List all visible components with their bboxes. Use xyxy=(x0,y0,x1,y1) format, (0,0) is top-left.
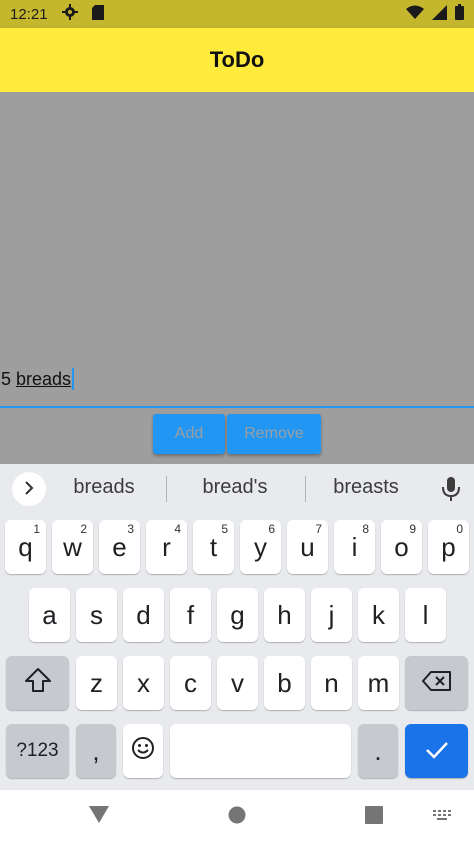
backspace-icon xyxy=(421,668,452,699)
back-triangle-icon[interactable] xyxy=(89,806,109,829)
recents-square-icon[interactable] xyxy=(365,806,383,829)
key-l[interactable]: l xyxy=(405,588,446,642)
key-hint: 4 xyxy=(174,522,181,536)
todo-content: 5 breads Add Remove xyxy=(0,92,474,464)
add-button[interactable]: Add xyxy=(153,414,225,454)
symbols-key[interactable]: ?123 xyxy=(6,724,69,778)
key-c[interactable]: c xyxy=(170,656,211,710)
key-s[interactable]: s xyxy=(76,588,117,642)
key-n[interactable]: n xyxy=(311,656,352,710)
key-w[interactable]: w2 xyxy=(52,520,93,574)
key-label: r xyxy=(162,531,171,562)
key-label: w xyxy=(63,531,82,562)
key-hint: 8 xyxy=(362,522,369,536)
suggestion-1[interactable]: breads xyxy=(44,476,164,499)
key-label: q xyxy=(18,531,33,562)
shift-key[interactable] xyxy=(6,656,69,710)
key-u[interactable]: u7 xyxy=(287,520,328,574)
key-label: u xyxy=(300,531,315,562)
app-title: ToDo xyxy=(209,47,265,72)
key-hint: 2 xyxy=(80,522,87,536)
key-a[interactable]: a xyxy=(29,588,70,642)
comma-key[interactable]: , xyxy=(76,724,116,778)
keyboard-switch-icon[interactable] xyxy=(432,809,452,827)
key-g[interactable]: g xyxy=(217,588,258,642)
microphone-icon[interactable] xyxy=(440,476,462,502)
period-key[interactable]: . xyxy=(358,724,398,778)
wifi-icon xyxy=(406,5,424,23)
key-hint: 6 xyxy=(268,522,275,536)
checkmark-icon xyxy=(425,736,449,767)
home-circle-icon[interactable] xyxy=(228,806,246,829)
key-hint: 1 xyxy=(33,522,40,536)
todo-input-text: 5 breads xyxy=(1,368,75,390)
key-hint: 0 xyxy=(456,522,463,536)
key-e[interactable]: e3 xyxy=(99,520,140,574)
key-z[interactable]: z xyxy=(76,656,117,710)
sd-card-icon xyxy=(91,4,104,24)
status-time: 12:21 xyxy=(10,5,48,23)
emoji-smiley-icon xyxy=(131,736,155,767)
enter-key[interactable] xyxy=(405,724,468,778)
key-q[interactable]: q1 xyxy=(5,520,46,574)
emoji-key[interactable] xyxy=(123,724,163,778)
key-j[interactable]: j xyxy=(311,588,352,642)
text-cursor xyxy=(72,368,75,390)
key-label: y xyxy=(254,531,267,562)
app-bar: ToDo xyxy=(0,28,474,92)
input-composing-word: breads xyxy=(16,368,72,389)
soft-keyboard: breads bread's breasts q1w2e3r4t5y6u7i8o… xyxy=(0,464,474,790)
expand-toolbar-button[interactable] xyxy=(12,472,46,506)
key-o[interactable]: o9 xyxy=(381,520,422,574)
key-y[interactable]: y6 xyxy=(240,520,281,574)
key-b[interactable]: b xyxy=(264,656,305,710)
key-i[interactable]: i8 xyxy=(334,520,375,574)
key-d[interactable]: d xyxy=(123,588,164,642)
backspace-key[interactable] xyxy=(405,656,468,710)
key-h[interactable]: h xyxy=(264,588,305,642)
key-label: e xyxy=(112,531,127,562)
key-label: o xyxy=(394,531,409,562)
status-bar: 12:21 xyxy=(0,0,474,28)
key-f[interactable]: f xyxy=(170,588,211,642)
input-prefix: 5 xyxy=(1,368,17,389)
space-key[interactable] xyxy=(170,724,351,778)
remove-button[interactable]: Remove xyxy=(227,414,321,454)
key-hint: 5 xyxy=(221,522,228,536)
suggestion-2[interactable]: bread's xyxy=(175,476,295,499)
key-hint: 3 xyxy=(127,522,134,536)
key-label: i xyxy=(351,531,358,562)
key-hint: 9 xyxy=(409,522,416,536)
shift-arrow-icon xyxy=(24,667,52,700)
signal-icon xyxy=(432,4,447,24)
key-x[interactable]: x xyxy=(123,656,164,710)
chevron-right-icon xyxy=(22,478,36,501)
key-v[interactable]: v xyxy=(217,656,258,710)
key-hint: 7 xyxy=(315,522,322,536)
navigation-bar xyxy=(0,790,474,842)
action-buttons: Add Remove xyxy=(153,414,321,454)
suggestion-3[interactable]: breasts xyxy=(306,476,426,499)
suggestion-bar: breads bread's breasts xyxy=(0,464,474,512)
key-label: p xyxy=(441,531,456,562)
battery-icon xyxy=(455,4,464,24)
key-label: t xyxy=(209,531,218,562)
key-r[interactable]: r4 xyxy=(146,520,187,574)
gear-icon xyxy=(61,4,78,24)
key-k[interactable]: k xyxy=(358,588,399,642)
todo-text-field[interactable]: 5 breads xyxy=(0,366,474,408)
key-p[interactable]: p0 xyxy=(428,520,469,574)
key-t[interactable]: t5 xyxy=(193,520,234,574)
key-m[interactable]: m xyxy=(358,656,399,710)
suggestion-divider xyxy=(166,476,167,502)
